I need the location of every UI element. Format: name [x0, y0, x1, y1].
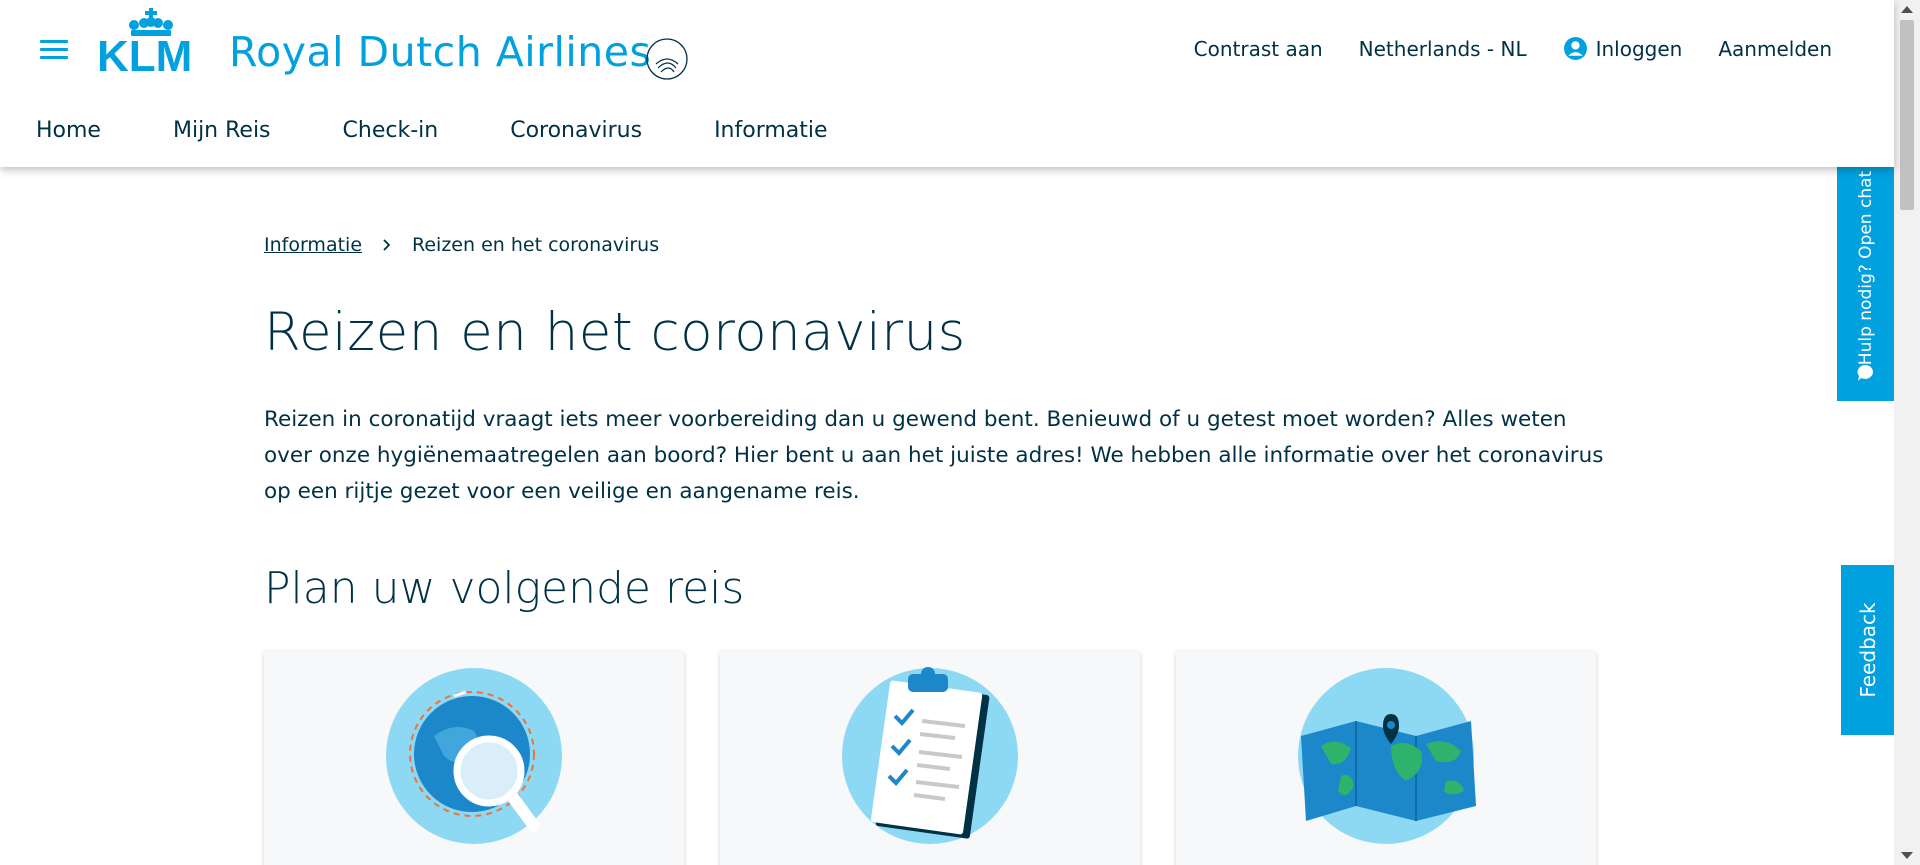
- nav-item-check-in[interactable]: Check-in: [343, 118, 439, 143]
- nav-item-informatie[interactable]: Informatie: [714, 118, 827, 143]
- open-chat-tab[interactable]: Hulp nodig? Open chat: [1837, 134, 1895, 401]
- chat-tab-label: Hulp nodig? Open chat: [1856, 170, 1876, 365]
- top-links: Contrast aan Netherlands - NL Inloggen A…: [1194, 36, 1832, 61]
- main-nav: Home Mijn Reis Check-in Coronavirus Info…: [36, 118, 828, 143]
- login-label: Inloggen: [1595, 36, 1683, 61]
- page-scrollbar[interactable]: [1894, 0, 1920, 865]
- breadcrumb-link-informatie[interactable]: Informatie: [264, 234, 362, 256]
- chat-bubble-icon: [1857, 364, 1874, 381]
- nav-item-mijn-reis[interactable]: Mijn Reis: [173, 118, 271, 143]
- feedback-tab[interactable]: Feedback: [1841, 565, 1895, 735]
- chevron-right-icon: [383, 239, 391, 251]
- klm-logo[interactable]: KLM: [97, 5, 207, 75]
- feedback-tab-label: Feedback: [1856, 602, 1880, 698]
- page-title: Reizen en het coronavirus: [264, 302, 966, 363]
- card-map[interactable]: [1176, 652, 1596, 865]
- world-map-icon: [1298, 668, 1476, 844]
- svg-text:KLM: KLM: [97, 32, 192, 75]
- nav-item-home[interactable]: Home: [36, 118, 101, 143]
- scroll-up-arrow-icon[interactable]: [1901, 6, 1913, 13]
- scroll-thumb[interactable]: [1900, 20, 1914, 210]
- breadcrumb-current: Reizen en het coronavirus: [412, 234, 660, 256]
- section-title: Plan uw volgende reis: [264, 563, 745, 614]
- scroll-down-arrow-icon[interactable]: [1901, 852, 1913, 859]
- login-link[interactable]: Inloggen: [1563, 36, 1683, 61]
- nav-item-coronavirus[interactable]: Coronavirus: [510, 118, 642, 143]
- skyteam-logo: [646, 38, 688, 80]
- breadcrumb: Informatie Reizen en het coronavirus: [264, 234, 659, 256]
- contrast-toggle-link[interactable]: Contrast aan: [1194, 37, 1323, 61]
- hamburger-menu-icon[interactable]: [40, 40, 68, 62]
- brand-name: Royal Dutch Airlines: [229, 28, 652, 76]
- card-list: [264, 652, 1596, 865]
- signup-link[interactable]: Aanmelden: [1718, 37, 1832, 61]
- site-header: KLM Royal Dutch Airlines Contrast aan Ne…: [0, 0, 1894, 167]
- card-globe[interactable]: [264, 652, 684, 865]
- clipboard-checklist-icon: [842, 667, 1018, 844]
- country-selector-link[interactable]: Netherlands - NL: [1359, 37, 1527, 61]
- user-icon: [1563, 37, 1587, 60]
- globe-magnifier-icon: [386, 668, 562, 844]
- card-clipboard[interactable]: [720, 652, 1140, 865]
- intro-text: Reizen in coronatijd vraagt iets meer vo…: [264, 407, 1604, 504]
